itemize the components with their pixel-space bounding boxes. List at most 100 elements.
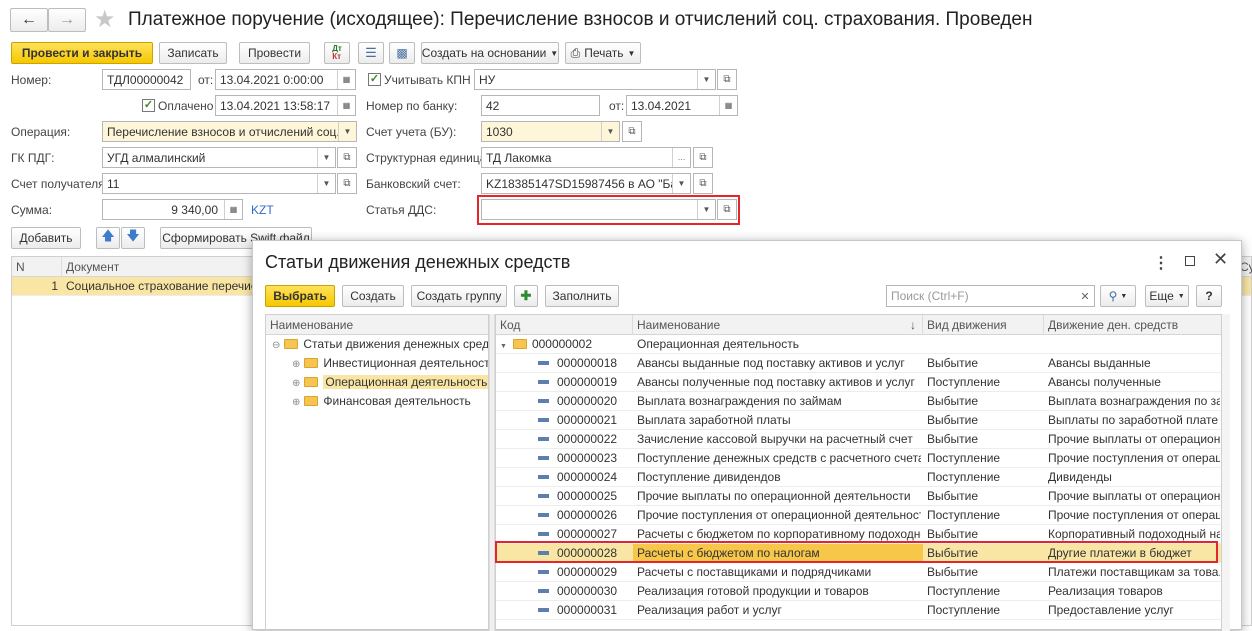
- bank-date-field[interactable]: 13.04.2021 ▦: [626, 95, 738, 116]
- item-name: Зачисление кассовой выручки на расчетный…: [637, 430, 921, 449]
- maximize-icon[interactable]: [1185, 256, 1195, 266]
- search-input[interactable]: Поиск (Ctrl+F) ✕: [886, 285, 1095, 307]
- move-down-button[interactable]: 🡇: [121, 227, 145, 249]
- item-flow-text: Предоставление услуг: [1048, 603, 1174, 617]
- collapse-icon[interactable]: ⊖: [272, 340, 280, 351]
- calendar-icon[interactable]: ▦: [337, 96, 355, 115]
- help-button[interactable]: ?: [1196, 285, 1222, 307]
- tree-item[interactable]: ⊖ Статьи движения денежных средс: [266, 335, 488, 354]
- kpn-select[interactable]: НУ ▼: [474, 69, 716, 90]
- more-actions-icon[interactable]: ⋮: [1153, 253, 1169, 273]
- list-item[interactable]: 000000019 Авансы полученные под поставку …: [496, 373, 1221, 392]
- list-item[interactable]: 000000024 Поступление дивидендов Поступлен…: [496, 468, 1221, 487]
- currency-link[interactable]: KZT: [251, 203, 274, 217]
- clear-search-icon[interactable]: ✕: [1076, 290, 1094, 303]
- col-code[interactable]: Код: [496, 315, 633, 335]
- expand-icon[interactable]: ⊕: [292, 397, 300, 408]
- tree-item[interactable]: ⊕ Финансовая деятельность: [266, 392, 488, 411]
- more-button[interactable]: Еще ▼: [1145, 285, 1189, 307]
- list-item[interactable]: 000000025 Прочие выплаты по операционной …: [496, 487, 1221, 506]
- kpn-checkbox[interactable]: ✓: [368, 73, 381, 86]
- open-account-bu-button[interactable]: ⧉: [622, 121, 642, 142]
- search-button[interactable]: ⚲ ▼: [1100, 285, 1136, 307]
- close-icon[interactable]: ✕: [1213, 249, 1228, 270]
- item-kind: Выбытие: [927, 487, 1044, 506]
- account-bu-select[interactable]: 1030 ▼: [481, 121, 620, 142]
- number-field[interactable]: ТДЛ00000042: [102, 69, 191, 90]
- back-button[interactable]: ←: [10, 8, 48, 32]
- paid-checkbox[interactable]: ✓: [142, 99, 155, 112]
- structure-button[interactable]: ▩: [389, 42, 415, 64]
- list-item[interactable]: 000000026 Прочие поступления от операцион…: [496, 506, 1221, 525]
- chevron-down-icon[interactable]: ▼: [338, 122, 356, 141]
- post-and-close-button[interactable]: Провести и закрыть: [11, 42, 153, 64]
- open-struct-button[interactable]: ⧉: [693, 147, 713, 168]
- collapse-triangle-icon[interactable]: ▼: [500, 343, 507, 350]
- open-kpn-button[interactable]: ⧉: [717, 69, 737, 90]
- vertical-scrollbar[interactable]: [1222, 314, 1230, 631]
- create-group-button[interactable]: Создать группу: [411, 285, 507, 307]
- favorite-star-icon[interactable]: ★: [94, 5, 116, 34]
- doc-row-n: 1: [51, 279, 58, 293]
- list-item[interactable]: 000000018 Авансы выданные под поставку ак…: [496, 354, 1221, 373]
- list-item[interactable]: 000000022 Зачисление кассовой выручки на …: [496, 430, 1221, 449]
- operation-select[interactable]: Перечисление взносов и отчислений соц. с…: [102, 121, 357, 142]
- expand-icon[interactable]: ⊕: [292, 378, 300, 389]
- calendar-icon[interactable]: ▦: [719, 96, 737, 115]
- list-report-button[interactable]: ☰: [358, 42, 384, 64]
- open-recipient-account-button[interactable]: ⧉: [337, 173, 357, 194]
- select-button[interactable]: Выбрать: [265, 285, 335, 307]
- print-button[interactable]: ⎙ Печать ▼: [565, 42, 641, 64]
- date-field[interactable]: 13.04.2021 0:00:00 ▦: [215, 69, 356, 90]
- add-row-button[interactable]: Добавить: [11, 227, 81, 249]
- dt-kt-button[interactable]: Дт Кт: [324, 42, 350, 64]
- create-based-on-button[interactable]: Создать на основании ▼: [421, 42, 559, 64]
- col-document[interactable]: Документ: [62, 257, 262, 277]
- sum-field[interactable]: 9 340,00 ▦: [102, 199, 243, 220]
- fill-button[interactable]: Заполнить: [545, 285, 619, 307]
- chevron-down-icon[interactable]: ▼: [672, 174, 690, 193]
- tree-label: Операционная деятельность: [323, 375, 488, 389]
- open-gk-button[interactable]: ⧉: [337, 147, 357, 168]
- list-item[interactable]: 000000029 Расчеты с поставщиками и подряд…: [496, 563, 1221, 582]
- bank-number-field[interactable]: 42: [481, 95, 600, 116]
- col-name[interactable]: Наименование ↓: [633, 315, 923, 335]
- col-flow[interactable]: Движение ден. средств: [1044, 315, 1221, 335]
- tree-item[interactable]: ⊕ Инвестиционная деятельность: [266, 354, 488, 373]
- list-item[interactable]: 000000021 Выплата заработной платы Выбытие…: [496, 411, 1221, 430]
- col-kind[interactable]: Вид движения: [923, 315, 1044, 335]
- recipient-account-select[interactable]: 11 ▼: [102, 173, 336, 194]
- list-item[interactable]: 000000020 Выплата вознаграждения по займа…: [496, 392, 1221, 411]
- col-n[interactable]: N: [12, 257, 62, 277]
- item-name-text: Реализация готовой продукции и товаров: [637, 584, 869, 598]
- item-kind-text: Поступление: [927, 470, 1001, 484]
- calculator-icon[interactable]: ▦: [224, 200, 242, 219]
- expand-icon[interactable]: ⊕: [292, 359, 300, 370]
- list-item[interactable]: 000000031 Реализация работ и услуг Поступл…: [496, 601, 1221, 620]
- chevron-down-icon[interactable]: ▼: [317, 148, 335, 167]
- forward-button[interactable]: →: [48, 8, 86, 32]
- tree-col-name[interactable]: Наименование: [266, 315, 488, 335]
- open-bank-account-button[interactable]: ⧉: [693, 173, 713, 194]
- calendar-icon[interactable]: ▦: [337, 70, 355, 89]
- item-name-text: Авансы полученные под поставку активов и…: [637, 375, 915, 389]
- paid-date-field[interactable]: 13.04.2021 13:58:17 ▦: [215, 95, 356, 116]
- add-copy-button[interactable]: ✚: [514, 285, 538, 307]
- list-item[interactable]: 000000030 Реализация готовой продукции и …: [496, 582, 1221, 601]
- group-row[interactable]: ▼ 000000002 Операционная деятельность: [496, 335, 1221, 354]
- chevron-down-icon[interactable]: ▼: [317, 174, 335, 193]
- tree-item[interactable]: ⊕ Операционная деятельность: [266, 373, 488, 392]
- struct-select[interactable]: ТД Лакомка …: [481, 147, 691, 168]
- chevron-down-icon[interactable]: ▼: [601, 122, 619, 141]
- move-up-button[interactable]: 🡅: [96, 227, 120, 249]
- gk-select[interactable]: УГД алмалинский ▼: [102, 147, 336, 168]
- chevron-down-icon[interactable]: ▼: [697, 70, 715, 89]
- list-item[interactable]: 000000023 Поступление денежных средств с …: [496, 449, 1221, 468]
- operation-label: Операция:: [11, 125, 71, 139]
- create-button[interactable]: Создать: [342, 285, 404, 307]
- item-flow-text: Авансы полученные: [1048, 375, 1161, 389]
- ellipsis-icon[interactable]: …: [672, 148, 690, 167]
- bank-account-select[interactable]: KZ18385147SD15987456 в АО "Банк ▼: [481, 173, 691, 194]
- save-button[interactable]: Записать: [159, 42, 227, 64]
- post-button[interactable]: Провести: [239, 42, 310, 64]
